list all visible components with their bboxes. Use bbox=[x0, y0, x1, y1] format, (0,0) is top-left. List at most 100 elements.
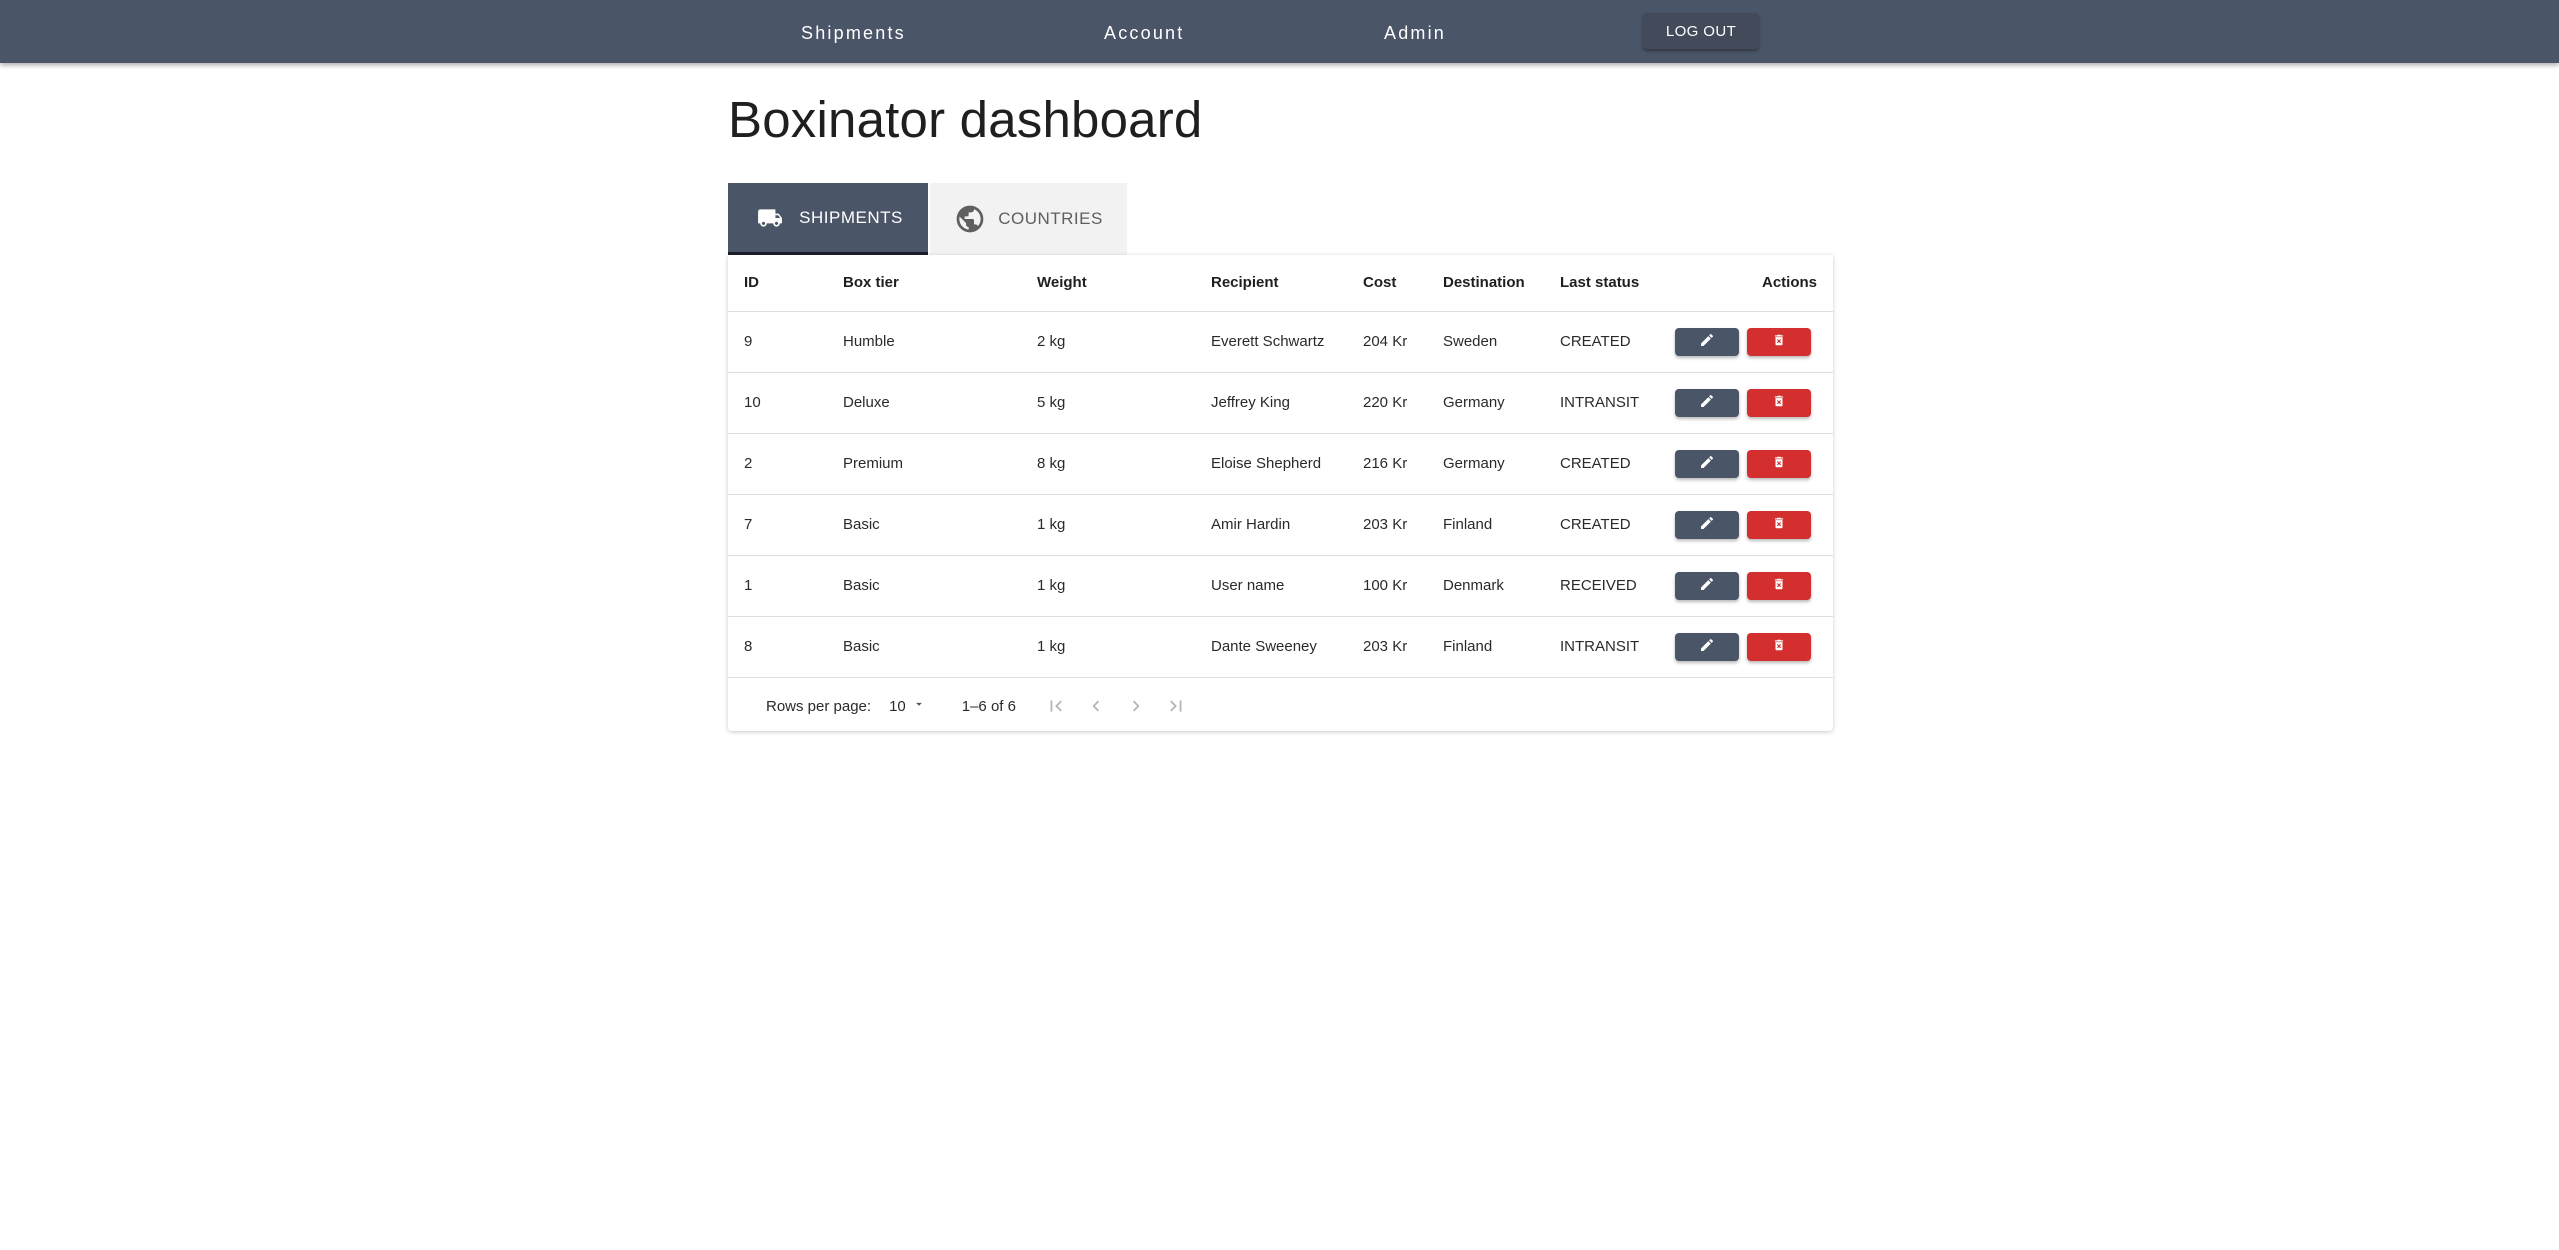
cell-id: 10 bbox=[728, 372, 827, 434]
logout-button[interactable]: LOG OUT bbox=[1643, 13, 1759, 49]
cell-cost: 216 Kr bbox=[1347, 433, 1427, 495]
table-header-row: ID Box tier Weight Recipient Cost Destin… bbox=[728, 255, 1833, 312]
pencil-icon bbox=[1699, 637, 1715, 656]
rows-per-page-value: 10 bbox=[889, 697, 906, 715]
cell-box-tier: Basic bbox=[827, 616, 1021, 678]
edit-button[interactable] bbox=[1675, 632, 1739, 661]
column-header-last-status[interactable]: Last status bbox=[1544, 255, 1658, 312]
trash-icon bbox=[1772, 393, 1786, 412]
column-header-id[interactable]: ID bbox=[728, 255, 827, 312]
top-navbar: Shipments Account Admin LOG OUT bbox=[0, 0, 2559, 63]
first-page-icon bbox=[1050, 700, 1062, 712]
cell-actions bbox=[1658, 372, 1833, 434]
cell-actions bbox=[1658, 433, 1833, 495]
table-row[interactable]: 9 Humble 2 kg Everett Schwartz 204 Kr Sweden C… bbox=[728, 311, 1833, 373]
pencil-icon bbox=[1699, 393, 1715, 412]
cell-recipient: Eloise Shepherd bbox=[1195, 433, 1347, 495]
cell-destination: Finland bbox=[1427, 616, 1544, 678]
cell-recipient: Dante Sweeney bbox=[1195, 616, 1347, 678]
delete-button[interactable] bbox=[1747, 327, 1811, 356]
truck-icon bbox=[753, 205, 787, 231]
cell-last-status: RECEIVED bbox=[1544, 555, 1658, 617]
cell-recipient: User name bbox=[1195, 555, 1347, 617]
cell-destination: Denmark bbox=[1427, 555, 1544, 617]
next-page-button[interactable] bbox=[1116, 686, 1156, 726]
table-row[interactable]: 2 Premium 8 kg Eloise Shepherd 216 Kr Germany… bbox=[728, 433, 1833, 495]
tab-countries-label: COUNTRIES bbox=[998, 209, 1103, 228]
nav-link-account[interactable]: Account bbox=[1104, 0, 1184, 63]
delete-button[interactable] bbox=[1747, 571, 1811, 600]
edit-button[interactable] bbox=[1675, 327, 1739, 356]
edit-button[interactable] bbox=[1675, 449, 1739, 478]
pencil-icon bbox=[1699, 454, 1715, 473]
table-row[interactable]: 8 Basic 1 kg Dante Sweeney 203 Kr Finland INTR… bbox=[728, 616, 1833, 678]
edit-button[interactable] bbox=[1675, 571, 1739, 600]
first-page-button[interactable] bbox=[1036, 686, 1076, 726]
cell-destination: Germany bbox=[1427, 372, 1544, 434]
delete-button[interactable] bbox=[1747, 632, 1811, 661]
trash-icon bbox=[1772, 454, 1786, 473]
delete-button[interactable] bbox=[1747, 388, 1811, 417]
last-page-icon bbox=[1170, 700, 1182, 712]
cell-destination: Sweden bbox=[1427, 311, 1544, 373]
cell-box-tier: Humble bbox=[827, 311, 1021, 373]
tab-countries[interactable]: COUNTRIES bbox=[930, 183, 1127, 255]
rows-per-page-select[interactable]: 10 bbox=[889, 697, 926, 715]
cell-actions bbox=[1658, 494, 1833, 556]
rows-per-page-label: Rows per page: bbox=[766, 697, 872, 715]
table-row[interactable]: 1 Basic 1 kg User name 100 Kr Denmark RECEIVED bbox=[728, 555, 1833, 617]
cell-box-tier: Deluxe bbox=[827, 372, 1021, 434]
page-title: Boxinator dashboard bbox=[728, 91, 1203, 148]
cell-weight: 1 kg bbox=[1021, 616, 1195, 678]
cell-last-status: CREATED bbox=[1544, 494, 1658, 556]
pencil-icon bbox=[1699, 515, 1715, 534]
shipments-table-card: ID Box tier Weight Recipient Cost Destin… bbox=[728, 255, 1833, 731]
last-page-button[interactable] bbox=[1156, 686, 1196, 726]
previous-page-button[interactable] bbox=[1076, 686, 1116, 726]
nav-link-shipments[interactable]: Shipments bbox=[801, 0, 906, 63]
cell-id: 7 bbox=[728, 494, 827, 556]
tab-shipments-label: SHIPMENTS bbox=[799, 207, 903, 227]
cell-recipient: Amir Hardin bbox=[1195, 494, 1347, 556]
cell-weight: 2 kg bbox=[1021, 311, 1195, 373]
cell-cost: 204 Kr bbox=[1347, 311, 1427, 373]
cell-last-status: INTRANSIT bbox=[1544, 616, 1658, 678]
cell-destination: Germany bbox=[1427, 433, 1544, 495]
column-header-cost[interactable]: Cost bbox=[1347, 255, 1427, 312]
cell-recipient: Everett Schwartz bbox=[1195, 311, 1347, 373]
caret-down-icon bbox=[912, 697, 926, 715]
table-row[interactable]: 7 Basic 1 kg Amir Hardin 203 Kr Finland CREATE… bbox=[728, 494, 1833, 556]
cell-box-tier: Basic bbox=[827, 494, 1021, 556]
pagination: Rows per page: 10 1–6 of 6 bbox=[728, 680, 1833, 732]
cell-last-status: CREATED bbox=[1544, 433, 1658, 495]
cell-id: 8 bbox=[728, 616, 827, 678]
shipments-table: ID Box tier Weight Recipient Cost Destin… bbox=[728, 255, 1833, 678]
cell-recipient: Jeffrey King bbox=[1195, 372, 1347, 434]
cell-cost: 220 Kr bbox=[1347, 372, 1427, 434]
nav-link-admin[interactable]: Admin bbox=[1384, 0, 1446, 63]
cell-cost: 203 Kr bbox=[1347, 616, 1427, 678]
edit-button[interactable] bbox=[1675, 388, 1739, 417]
edit-button[interactable] bbox=[1675, 510, 1739, 539]
cell-id: 9 bbox=[728, 311, 827, 373]
cell-actions bbox=[1658, 311, 1833, 373]
cell-id: 2 bbox=[728, 433, 827, 495]
table-row[interactable]: 10 Deluxe 5 kg Jeffrey King 220 Kr Germany INT… bbox=[728, 372, 1833, 434]
chevron-right-icon bbox=[1132, 700, 1140, 712]
cell-id: 1 bbox=[728, 555, 827, 617]
delete-button[interactable] bbox=[1747, 449, 1811, 478]
column-header-box-tier[interactable]: Box tier bbox=[827, 255, 1021, 312]
cell-weight: 1 kg bbox=[1021, 494, 1195, 556]
delete-button[interactable] bbox=[1747, 510, 1811, 539]
pencil-icon bbox=[1699, 576, 1715, 595]
column-header-weight[interactable]: Weight bbox=[1021, 255, 1195, 312]
tab-shipments[interactable]: SHIPMENTS bbox=[728, 183, 928, 255]
pencil-icon bbox=[1699, 332, 1715, 351]
chevron-left-icon bbox=[1092, 700, 1100, 712]
cell-actions bbox=[1658, 616, 1833, 678]
cell-box-tier: Premium bbox=[827, 433, 1021, 495]
pagination-range: 1–6 of 6 bbox=[961, 697, 1016, 715]
column-header-destination[interactable]: Destination bbox=[1427, 255, 1544, 312]
column-header-recipient[interactable]: Recipient bbox=[1195, 255, 1347, 312]
cell-cost: 203 Kr bbox=[1347, 494, 1427, 556]
